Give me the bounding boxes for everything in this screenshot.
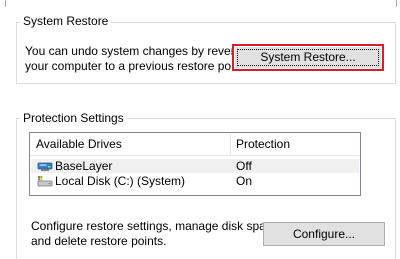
system-restore-description-line2: your computer to a previous restore poin… [25,59,248,73]
drive-name: Local Disk (C:) (System) [55,174,186,188]
drive-row-baselayer[interactable]: BaseLayer Off [31,159,359,173]
system-restore-button[interactable]: System Restore... [232,44,384,71]
drives-list-header: Available Drives Protection [30,133,360,156]
system-restore-button-label: System Restore... [260,50,356,64]
drive-protection-status: Off [236,159,252,173]
dialog-top-edge [5,0,397,7]
column-header-available-drives[interactable]: Available Drives [30,133,230,155]
drive-name: BaseLayer [55,159,113,173]
system-protection-dialog: System Restore You can undo system chang… [0,0,400,259]
configure-description-line1: Configure restore settings, manage disk … [31,219,282,233]
configure-button-label: Configure... [292,227,356,241]
protection-settings-group-title: Protection Settings [20,111,127,125]
drive-protection-status: On [236,174,253,188]
local-disk-icon [37,175,53,187]
configure-button[interactable]: Configure... [263,222,385,246]
system-restore-group-title: System Restore [20,14,112,28]
drives-list[interactable]: Available Drives Protection BaseLayer Of… [29,132,361,196]
column-header-protection[interactable]: Protection [230,133,360,155]
system-restore-description-line1: You can undo system changes by reverting [25,44,255,58]
drive-row-local-disk-c[interactable]: Local Disk (C:) (System) On [31,174,359,188]
network-drive-icon [37,160,53,172]
configure-description-line2: and delete restore points. [31,234,167,248]
